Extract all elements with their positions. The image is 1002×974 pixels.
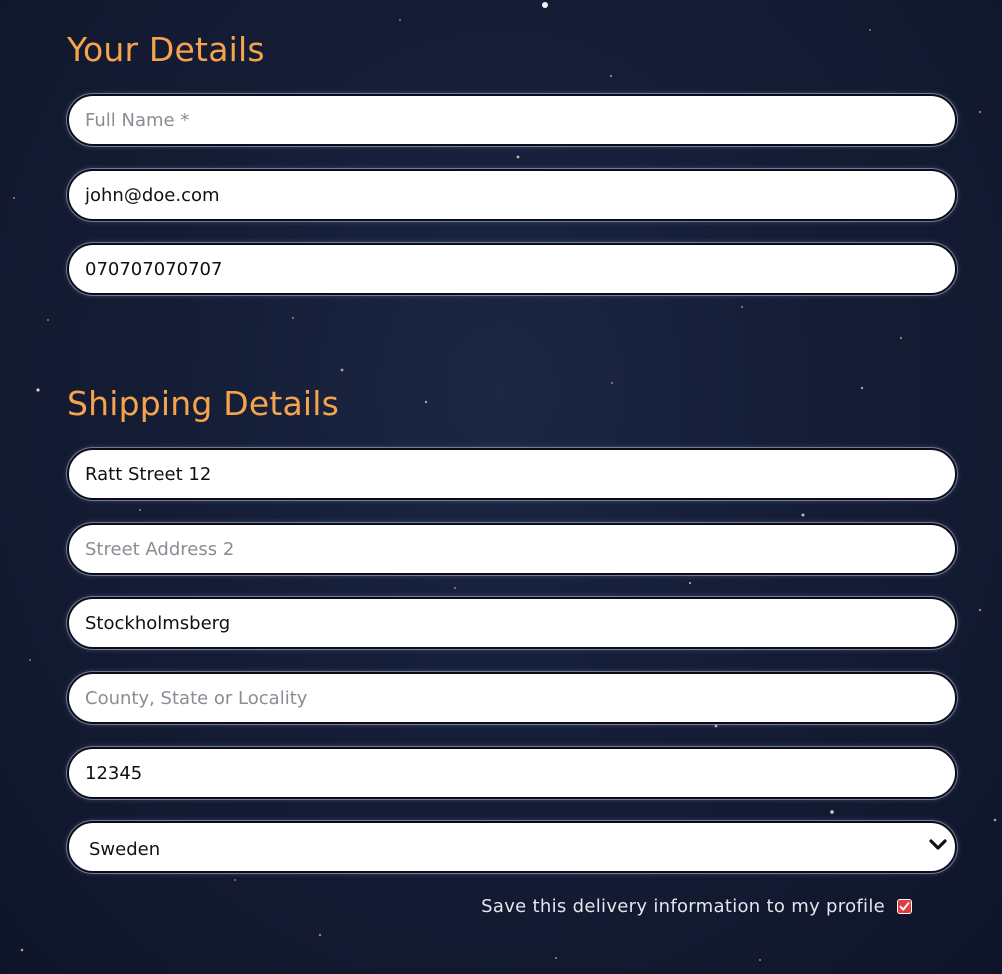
street-address-1-input[interactable]: [67, 448, 957, 500]
checkmark-icon: [899, 902, 910, 911]
shipping-details-title: Shipping Details: [67, 384, 340, 423]
your-details-title: Your Details: [67, 30, 265, 69]
save-info-label: Save this delivery information to my pro…: [481, 896, 885, 917]
street-address-2-input[interactable]: [67, 523, 957, 575]
phone-input[interactable]: [67, 243, 957, 295]
postcode-input[interactable]: [67, 747, 957, 799]
email-input[interactable]: [67, 169, 957, 221]
full-name-input[interactable]: [67, 94, 957, 146]
save-info-row: Save this delivery information to my pro…: [481, 896, 912, 917]
save-info-checkbox[interactable]: [897, 899, 912, 914]
town-or-city-input[interactable]: [67, 597, 957, 649]
county-input[interactable]: [67, 672, 957, 724]
country-select[interactable]: Sweden: [67, 821, 957, 873]
